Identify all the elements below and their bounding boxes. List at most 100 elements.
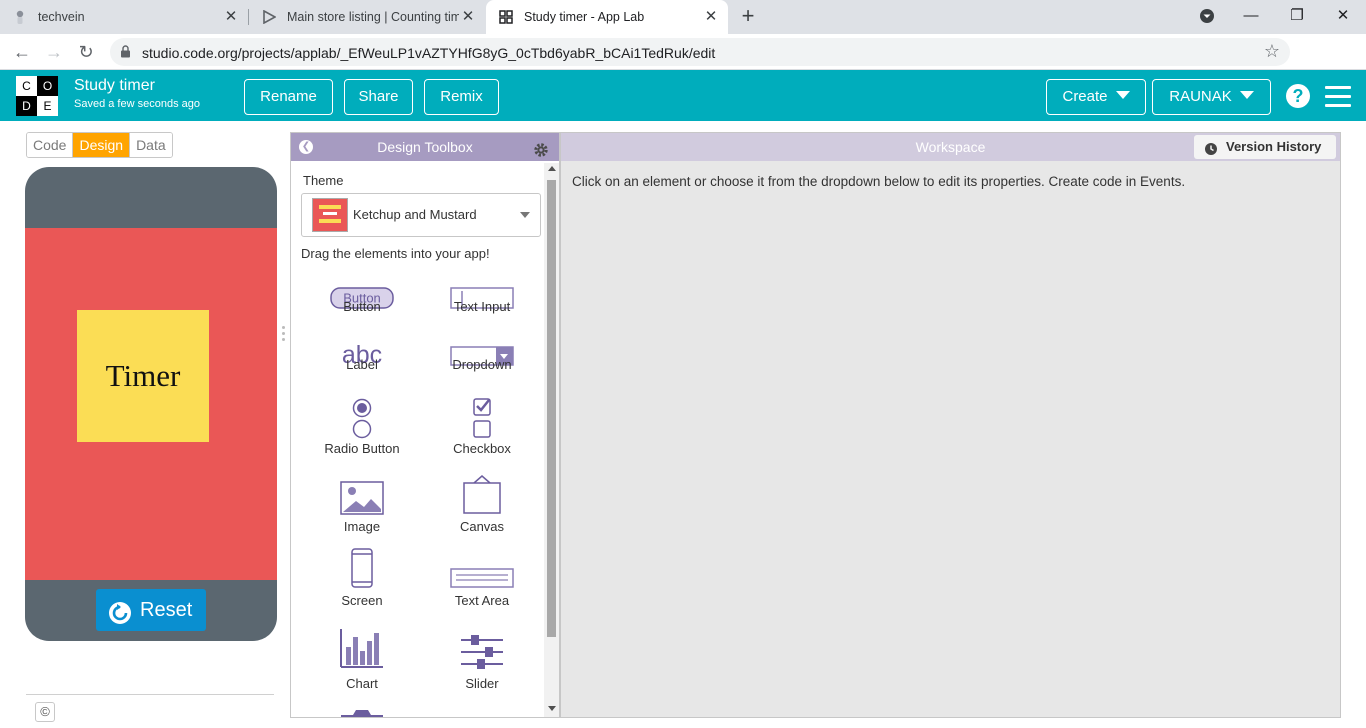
tool-label: Text Area bbox=[454, 593, 510, 608]
tab-title: techvein bbox=[38, 10, 85, 24]
bookmark-star-icon[interactable]: ☆ bbox=[1264, 41, 1280, 62]
tool-chart[interactable]: Chart bbox=[307, 623, 417, 693]
scrollbar-thumb[interactable] bbox=[547, 180, 556, 637]
scroll-up-arrow-icon[interactable] bbox=[548, 166, 556, 171]
help-icon[interactable]: ? bbox=[1286, 84, 1310, 108]
code-mode-tab[interactable]: Code bbox=[27, 133, 74, 157]
new-tab-button[interactable]: + bbox=[737, 5, 759, 28]
design-mode-tab[interactable]: Design bbox=[73, 133, 131, 157]
tool-label: Text Input bbox=[453, 299, 511, 314]
tab-title: Study timer - App Lab bbox=[524, 10, 645, 24]
tool-label: Image bbox=[343, 519, 381, 534]
tool-photo-select[interactable] bbox=[337, 709, 387, 717]
mode-toggle: Code Design Data bbox=[26, 132, 173, 158]
reload-icon[interactable]: ↻ bbox=[74, 40, 98, 64]
back-icon[interactable]: ← bbox=[10, 40, 34, 64]
theme-swatch bbox=[312, 198, 348, 232]
caret-down-icon bbox=[1115, 91, 1130, 99]
toolbox-header: ❮ Design Toolbox bbox=[291, 133, 559, 161]
user-menu-button[interactable]: RAUNAK bbox=[1152, 79, 1271, 115]
url-field[interactable]: studio.code.org/projects/applab/_EfWeuLP… bbox=[110, 38, 1290, 66]
rename-button[interactable]: Rename bbox=[244, 79, 333, 115]
url-text: studio.code.org/projects/applab/_EfWeuLP… bbox=[142, 45, 716, 61]
radio-button-icon bbox=[307, 393, 417, 439]
code-org-logo[interactable]: C O D E bbox=[16, 76, 58, 116]
tool-screen[interactable]: Screen bbox=[307, 543, 417, 613]
toolbox-title: Design Toolbox bbox=[377, 139, 473, 155]
techvein-favicon-icon bbox=[12, 9, 28, 25]
close-tab-icon[interactable]: ✕ bbox=[702, 8, 720, 26]
toolbox-scrollbar[interactable] bbox=[544, 163, 559, 717]
theme-dropdown[interactable]: Ketchup and Mustard bbox=[301, 193, 541, 237]
tab-search-icon[interactable] bbox=[1194, 4, 1220, 28]
tool-text-area[interactable]: Text Area bbox=[427, 543, 537, 613]
tool-label: Screen bbox=[341, 593, 383, 608]
workspace-hint: Click on an element or choose it from th… bbox=[572, 174, 1186, 189]
reset-button[interactable]: Reset bbox=[96, 589, 206, 631]
panel-resize-handle[interactable] bbox=[282, 326, 286, 346]
collapse-chevron-icon[interactable]: ❮ bbox=[299, 140, 313, 154]
play-console-favicon-icon bbox=[261, 9, 277, 25]
caret-down-icon bbox=[1239, 91, 1254, 99]
tool-checkbox[interactable]: Checkbox bbox=[427, 393, 537, 463]
tool-slider[interactable]: Slider bbox=[427, 623, 537, 693]
gear-icon[interactable] bbox=[533, 139, 549, 157]
minimize-icon[interactable]: — bbox=[1238, 4, 1264, 28]
create-menu-button[interactable]: Create bbox=[1046, 79, 1146, 115]
browser-tab-bar: techvein ✕ Main store listing | Counting… bbox=[0, 0, 1366, 34]
slider-element-icon bbox=[427, 623, 537, 669]
logo-letter: E bbox=[37, 96, 58, 116]
theme-label: Theme bbox=[303, 173, 344, 188]
lock-icon bbox=[120, 45, 131, 63]
tool-label: Button bbox=[343, 299, 381, 314]
tool-label: Dropdown bbox=[452, 357, 512, 372]
tool-dropdown[interactable]: Dropdown bbox=[427, 321, 537, 391]
browser-tab[interactable]: Main store listing | Counting time ✕ bbox=[249, 0, 485, 34]
app-preview-phone: Timer Reset bbox=[25, 167, 277, 641]
browser-tab[interactable]: techvein ✕ bbox=[0, 0, 248, 34]
logo-letter: O bbox=[37, 76, 58, 96]
chevron-down-icon bbox=[520, 212, 530, 218]
canvas-element-icon bbox=[427, 469, 537, 515]
design-toolbox: ❮ Design Toolbox Theme Ketchup and Musta… bbox=[290, 132, 560, 718]
tool-image[interactable]: Image bbox=[307, 469, 417, 539]
workspace-panel: Workspace Version History Click on an el… bbox=[560, 132, 1341, 718]
applab-favicon-icon bbox=[498, 9, 514, 25]
restore-icon[interactable]: ❐ bbox=[1284, 4, 1310, 28]
app-screen[interactable]: Timer bbox=[25, 228, 277, 580]
version-history-button[interactable]: Version History bbox=[1194, 135, 1336, 159]
copyright-icon[interactable]: © bbox=[35, 702, 55, 722]
tool-label: Slider bbox=[465, 676, 499, 691]
scroll-down-arrow-icon[interactable] bbox=[548, 706, 556, 711]
tool-label: Checkbox bbox=[453, 441, 511, 456]
close-tab-icon[interactable]: ✕ bbox=[222, 8, 240, 26]
data-mode-tab[interactable]: Data bbox=[130, 133, 172, 157]
close-window-icon[interactable]: ✕ bbox=[1330, 4, 1356, 28]
logo-letter: C bbox=[16, 76, 37, 96]
reset-button-label: Reset bbox=[140, 599, 193, 621]
close-tab-icon[interactable]: ✕ bbox=[459, 8, 477, 26]
tool-canvas[interactable]: Canvas bbox=[427, 469, 537, 539]
project-title: Study timer bbox=[74, 77, 155, 94]
browser-tab-active[interactable]: Study timer - App Lab ✕ bbox=[486, 0, 728, 34]
tool-radio-button[interactable]: Radio Button bbox=[307, 393, 417, 463]
share-button[interactable]: Share bbox=[344, 79, 413, 115]
forward-icon[interactable]: → bbox=[42, 40, 66, 64]
tool-label: Chart bbox=[346, 676, 378, 691]
tool-label: Radio Button bbox=[324, 441, 400, 456]
timer-label[interactable]: Timer bbox=[77, 310, 209, 442]
clock-icon bbox=[1204, 140, 1218, 155]
camera-icon bbox=[341, 710, 383, 717]
screen-element-icon bbox=[307, 543, 417, 589]
hamburger-menu-icon[interactable] bbox=[1325, 86, 1351, 108]
drag-hint: Drag the elements into your app! bbox=[301, 246, 490, 261]
tool-label-element[interactable]: abc Label bbox=[307, 321, 417, 391]
workspace-header: Workspace Version History bbox=[561, 133, 1340, 161]
workspace-title: Workspace bbox=[915, 139, 986, 155]
chart-element-icon bbox=[307, 623, 417, 669]
saved-status: Saved a few seconds ago bbox=[74, 98, 200, 110]
theme-value: Ketchup and Mustard bbox=[353, 207, 477, 222]
remix-button[interactable]: Remix bbox=[424, 79, 499, 115]
tool-label: Canvas bbox=[459, 519, 505, 534]
tool-label: Label bbox=[346, 357, 378, 372]
